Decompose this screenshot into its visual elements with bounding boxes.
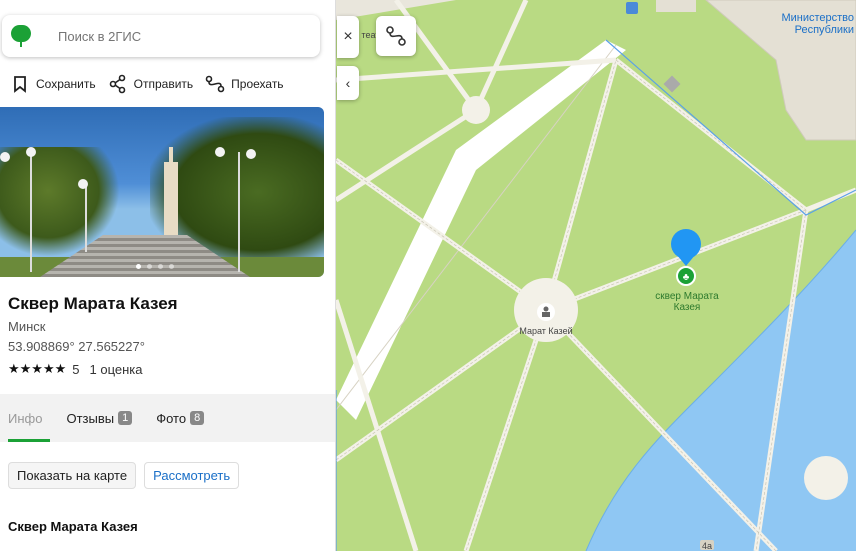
svg-text:♣: ♣ bbox=[683, 272, 690, 283]
share-label: Отправить bbox=[133, 77, 194, 91]
share-icon bbox=[109, 74, 125, 94]
monument-label[interactable]: Марат Казей bbox=[508, 326, 584, 337]
save-label: Сохранить bbox=[36, 77, 96, 91]
section-title: Сквер Марата Казея bbox=[8, 519, 138, 534]
rating-score: 5 bbox=[72, 361, 80, 377]
photos-count-badge: 8 bbox=[190, 411, 205, 425]
route-button[interactable] bbox=[376, 16, 416, 56]
place-title: Сквер Марата Казея bbox=[8, 294, 178, 313]
place-city: Минск bbox=[8, 319, 46, 334]
search-bar[interactable] bbox=[2, 15, 320, 57]
directions-label: Проехать bbox=[231, 77, 284, 91]
gallery-dot[interactable] bbox=[169, 264, 174, 269]
tab-photos[interactable]: Фото 8 bbox=[148, 394, 212, 442]
action-bar: Сохранить Отправить Проехать bbox=[10, 74, 284, 94]
directions-button[interactable]: Проехать bbox=[205, 74, 284, 94]
close-panel-button[interactable]: × bbox=[337, 16, 359, 58]
gallery-dot[interactable] bbox=[136, 264, 141, 269]
house-number-label: 4а bbox=[701, 541, 712, 551]
gallery-dot[interactable] bbox=[158, 264, 163, 269]
map-canvas[interactable]: ♣ bbox=[336, 0, 856, 551]
gallery-dot[interactable] bbox=[147, 264, 152, 269]
place-tabs: Инфо Отзывы 1 Фото 8 bbox=[0, 394, 335, 442]
chevron-left-icon: ‹ bbox=[345, 75, 351, 91]
bookmark-icon bbox=[14, 76, 26, 93]
save-button[interactable]: Сохранить bbox=[10, 74, 96, 94]
tab-info[interactable]: Инфо bbox=[0, 394, 51, 442]
route-icon bbox=[386, 26, 406, 46]
place-panel: Сохранить Отправить Проехать bbox=[0, 0, 336, 551]
2gis-logo-icon[interactable] bbox=[10, 25, 32, 47]
rating-count[interactable]: 1 оценка bbox=[90, 362, 143, 377]
place-coordinates[interactable]: 53.908869° 27.565227° bbox=[8, 339, 145, 354]
building-label[interactable]: Министерство Республики bbox=[774, 12, 854, 36]
place-photo[interactable] bbox=[0, 107, 324, 277]
place-rating[interactable]: ★★★★★ 5 1 оценка bbox=[8, 361, 143, 377]
tab-reviews[interactable]: Отзывы 1 bbox=[58, 394, 140, 442]
share-button[interactable]: Отправить bbox=[108, 74, 194, 94]
search-input[interactable] bbox=[58, 28, 298, 44]
app-root: ♣ сквер Марата Казея Марат Казей Министе… bbox=[0, 0, 856, 551]
reviews-count-badge: 1 bbox=[118, 411, 133, 425]
map-view[interactable]: ♣ сквер Марата Казея Марат Казей Министе… bbox=[336, 0, 856, 551]
show-on-map-button[interactable]: Показать на карте bbox=[8, 462, 137, 489]
view-button[interactable]: Рассмотреть bbox=[144, 462, 240, 489]
rating-stars: ★★★★★ bbox=[8, 361, 67, 376]
close-icon: × bbox=[343, 28, 353, 45]
route-icon bbox=[205, 75, 225, 93]
marker-label[interactable]: сквер Марата Казея bbox=[644, 291, 730, 313]
place-buttons: Показать на карте Рассмотреть bbox=[8, 462, 240, 489]
collapse-panel-button[interactable]: ‹ bbox=[337, 66, 359, 100]
gallery-dots bbox=[136, 264, 174, 269]
